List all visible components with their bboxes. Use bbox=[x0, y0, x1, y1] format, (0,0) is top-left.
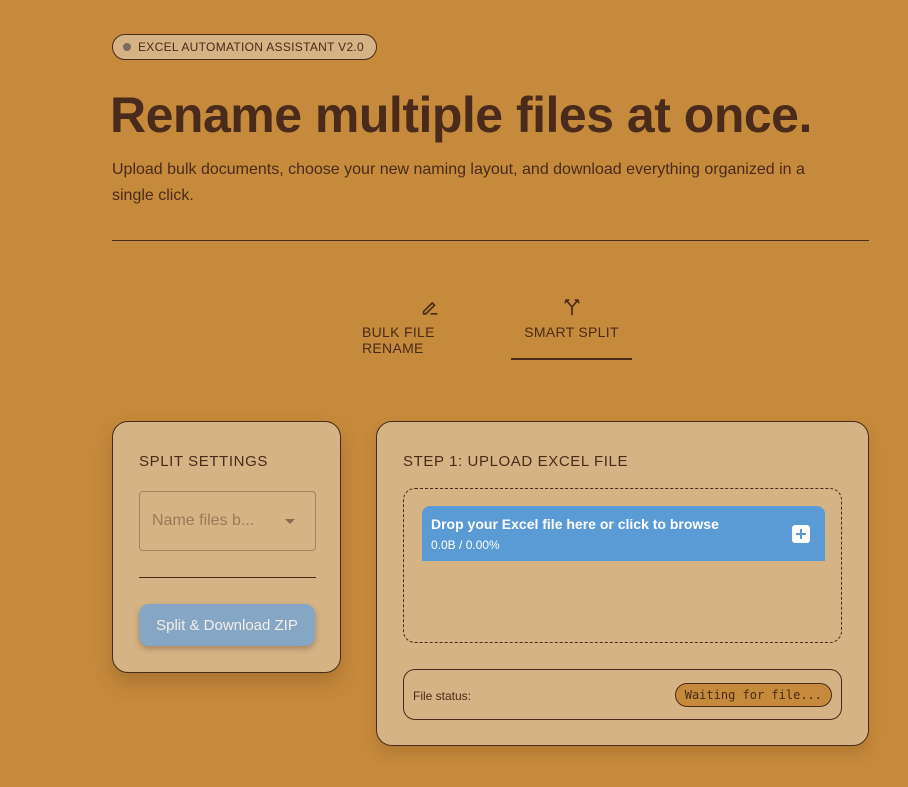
tab-smart-split[interactable]: SMART SPLIT bbox=[511, 296, 632, 360]
badge-label: EXCEL AUTOMATION ASSISTANT V2.0 bbox=[138, 40, 365, 54]
upload-heading: STEP 1: UPLOAD EXCEL FILE bbox=[403, 453, 629, 470]
tab-label: BULK FILE RENAME bbox=[362, 324, 435, 356]
plus-icon[interactable] bbox=[792, 525, 810, 543]
split-arrows-icon bbox=[563, 299, 580, 316]
upload-bar[interactable]: Drop your Excel file here or click to br… bbox=[422, 506, 825, 561]
status-badge: Waiting for file... bbox=[674, 683, 832, 707]
page-title: Rename multiple files at once. bbox=[110, 87, 812, 143]
file-status-label: File status: bbox=[413, 689, 472, 703]
name-files-placeholder: Name files b... bbox=[152, 512, 255, 529]
file-status-box: File status: Waiting for file... bbox=[403, 669, 842, 720]
chevron-down-icon bbox=[285, 519, 295, 524]
version-badge: EXCEL AUTOMATION ASSISTANT V2.0 bbox=[112, 34, 378, 60]
split-settings-card: SPLIT SETTINGS Name files b... Split & D… bbox=[112, 421, 341, 673]
page-subtitle: Upload bulk documents, choose your new n… bbox=[112, 161, 805, 204]
name-files-select[interactable]: Name files b... bbox=[139, 491, 316, 551]
drop-label: Drop your Excel file here or click to br… bbox=[431, 516, 719, 532]
settings-divider bbox=[139, 577, 316, 578]
header-divider bbox=[112, 240, 869, 241]
tab-bulk-file-rename[interactable]: BULK FILE RENAME bbox=[362, 296, 498, 360]
split-settings-heading: SPLIT SETTINGS bbox=[139, 453, 268, 470]
upload-card: STEP 1: UPLOAD EXCEL FILE Drop your Exce… bbox=[376, 421, 869, 746]
pencil-icon bbox=[422, 302, 438, 315]
upload-progress: 0.0B / 0.00% bbox=[431, 538, 500, 552]
tab-label: SMART SPLIT bbox=[524, 324, 619, 340]
status-dot-icon bbox=[123, 43, 131, 51]
split-download-zip-button[interactable]: Split & Download ZIP bbox=[139, 604, 315, 646]
file-dropzone[interactable]: Drop your Excel file here or click to br… bbox=[403, 488, 842, 643]
page: EXCEL AUTOMATION ASSISTANT V2.0 Rename m… bbox=[0, 0, 908, 787]
